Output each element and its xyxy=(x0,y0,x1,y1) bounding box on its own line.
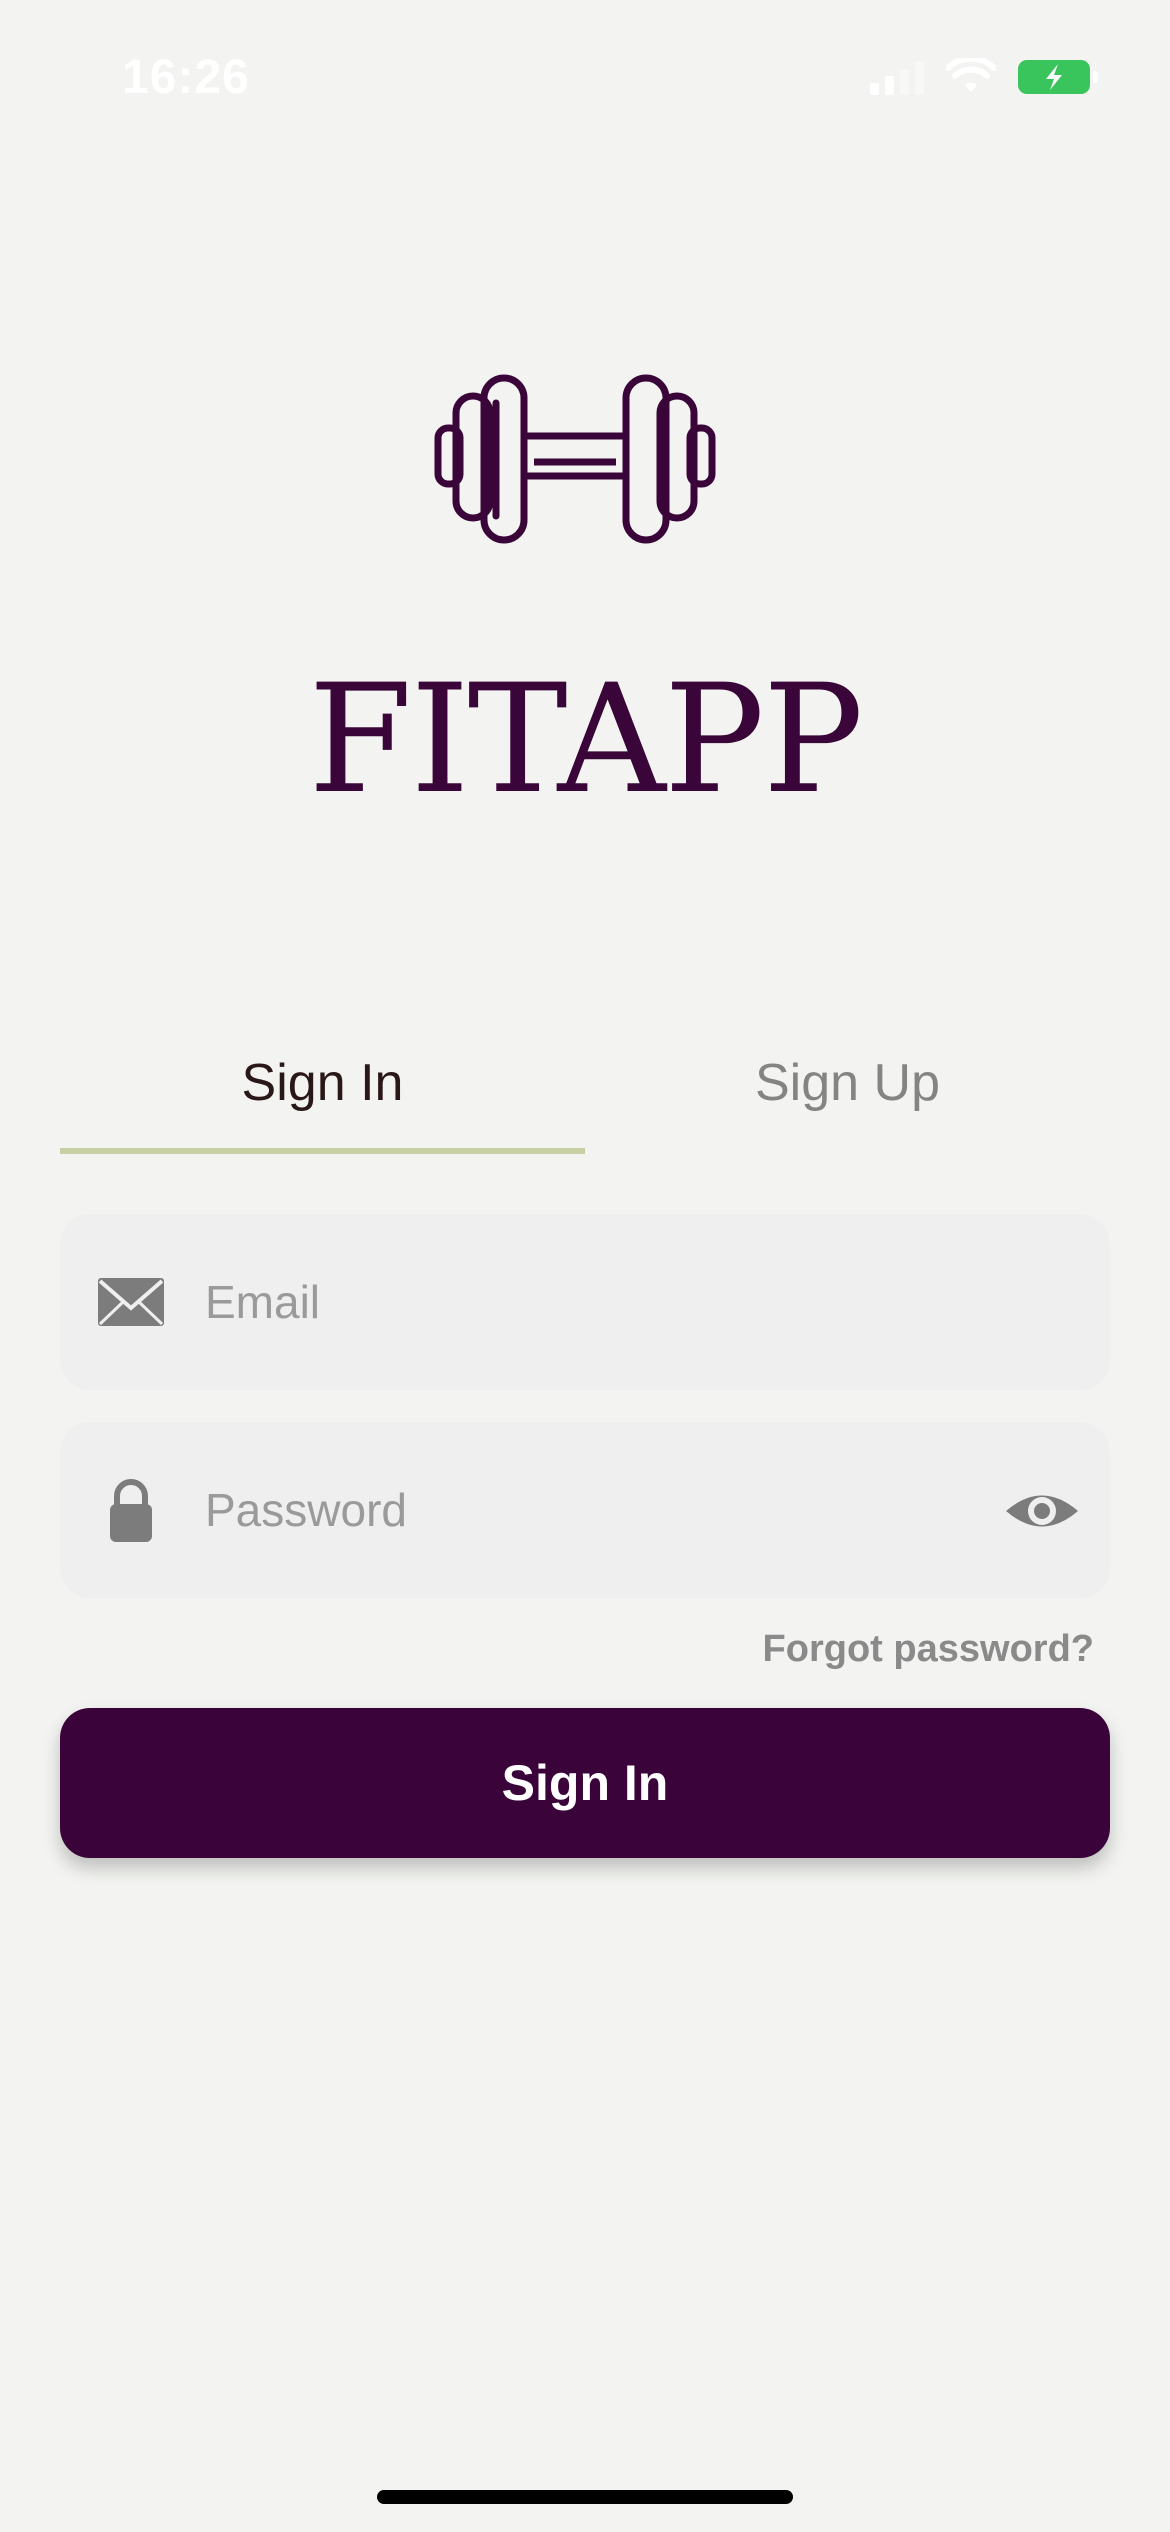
password-input[interactable] xyxy=(205,1422,1025,1598)
email-input[interactable] xyxy=(205,1214,1025,1390)
sign-in-button[interactable]: Sign In xyxy=(60,1708,1110,1858)
status-bar: 16:26 xyxy=(0,0,1170,150)
dumbbell-icon xyxy=(434,374,716,544)
cellular-signal-icon xyxy=(870,59,924,95)
lock-icon xyxy=(110,1479,152,1542)
tab-sign-in[interactable]: Sign In xyxy=(60,1040,585,1156)
eye-icon[interactable] xyxy=(1004,1476,1080,1546)
auth-tabs: Sign In Sign Up xyxy=(60,1040,1110,1156)
forgot-password-link[interactable]: Forgot password? xyxy=(763,1628,1094,1671)
envelope-icon xyxy=(98,1278,164,1326)
tab-sign-up[interactable]: Sign Up xyxy=(585,1040,1110,1156)
battery-charging-icon xyxy=(1018,60,1098,94)
app-title: FITAPP xyxy=(308,653,863,827)
status-time: 16:26 xyxy=(122,51,250,104)
wifi-icon xyxy=(946,58,996,92)
email-field xyxy=(60,1214,1110,1390)
home-indicator xyxy=(377,2490,793,2504)
active-tab-indicator xyxy=(60,1148,585,1154)
password-field xyxy=(60,1422,1110,1598)
status-icons xyxy=(870,58,1098,96)
